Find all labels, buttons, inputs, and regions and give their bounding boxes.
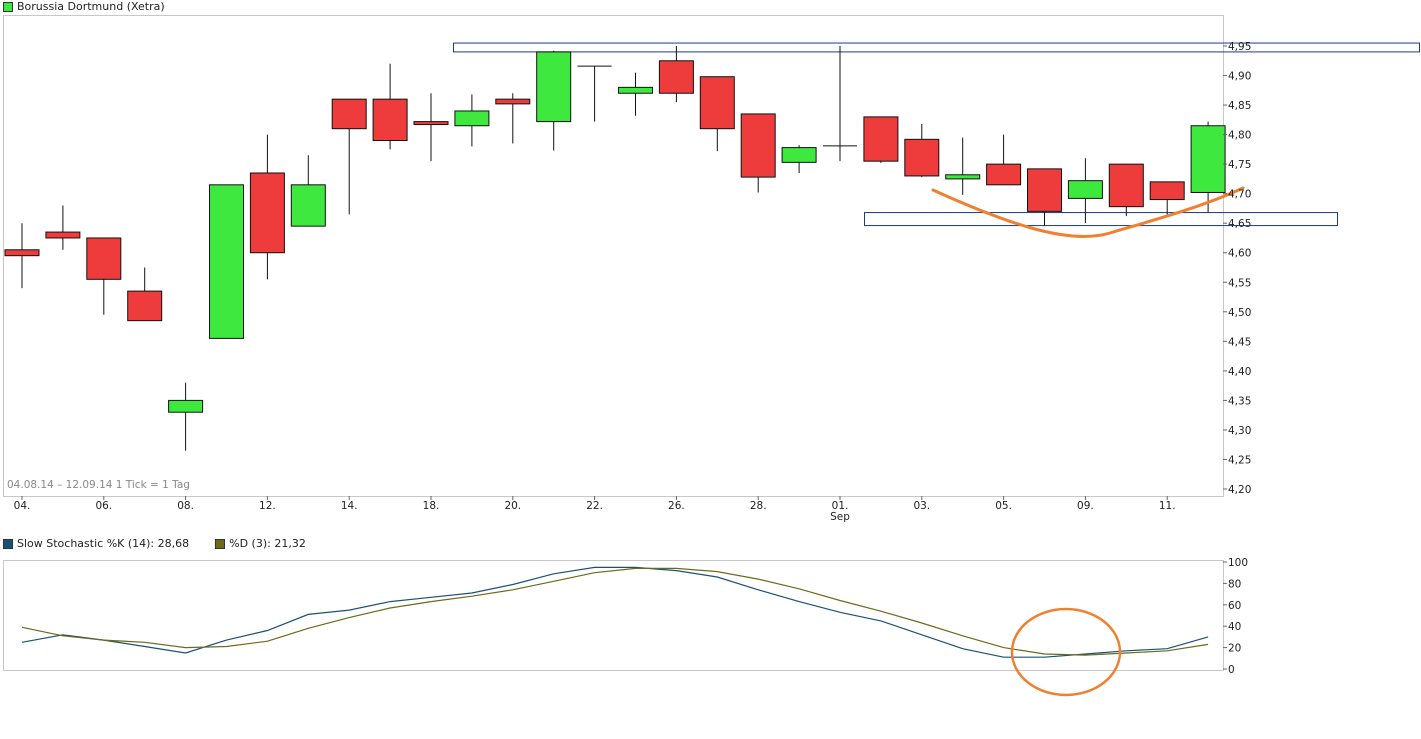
price-tick-label: 4,40 <box>1228 366 1251 378</box>
date-tick-label: 12. <box>259 500 276 512</box>
price-tick-label: 4,70 <box>1228 189 1251 201</box>
candle-down <box>495 98 531 105</box>
candle-down <box>413 121 449 126</box>
candle-down <box>86 237 122 280</box>
resistance-zone-box <box>453 42 1420 53</box>
candle-down <box>249 172 285 254</box>
date-tick-label: 03. <box>913 500 930 512</box>
candle-up <box>945 174 981 180</box>
price-tick-label: 4,60 <box>1228 248 1251 260</box>
stochastic-tick-label: 60 <box>1228 600 1241 612</box>
candle-down <box>904 138 940 177</box>
candle-up <box>209 184 244 339</box>
price-tick-label: 4,30 <box>1228 425 1251 437</box>
date-tick-label: 11. <box>1159 500 1176 512</box>
date-tick-label: 26. <box>668 500 685 512</box>
date-range-label: 04.08.14 – 12.09.14 1 Tick = 1 Tag <box>7 479 190 491</box>
date-tick-label: 22. <box>586 500 603 512</box>
candle-up <box>781 147 817 163</box>
candle-down <box>331 98 367 130</box>
date-tick-label: 28. <box>750 500 767 512</box>
price-tick-label: 4,25 <box>1228 454 1251 466</box>
date-tick-label: 14. <box>341 500 358 512</box>
stochastic-d-line <box>21 567 1209 656</box>
stochastic-tick-label: 40 <box>1228 621 1241 633</box>
stochastic-tick-label: 100 <box>1228 557 1248 569</box>
price-tick-label: 4,85 <box>1228 100 1251 112</box>
candle-down <box>863 116 899 162</box>
stochastic-tick-label: 0 <box>1228 664 1235 676</box>
support-zone-box <box>864 212 1338 227</box>
stochastic-panel-frame <box>3 560 1224 671</box>
candle-up <box>536 51 572 123</box>
date-tick-label: 05. <box>995 500 1012 512</box>
price-tick-label: 4,35 <box>1228 395 1251 407</box>
candle-up <box>168 399 204 413</box>
stochastic-tick-label: 80 <box>1228 578 1241 590</box>
price-tick-label: 4,20 <box>1228 484 1251 496</box>
candle-up <box>1067 180 1103 199</box>
candle-up <box>618 86 653 94</box>
price-tick-label: 4,50 <box>1228 307 1251 319</box>
price-tick-label: 4,55 <box>1228 277 1251 289</box>
date-tick-label: 20. <box>504 500 521 512</box>
month-label: Sep <box>830 511 850 523</box>
candle-down <box>4 249 40 257</box>
price-tick-label: 4,90 <box>1228 71 1251 83</box>
stochastic-k-line <box>21 566 1209 658</box>
candle-down <box>699 76 735 130</box>
candle-down <box>372 98 408 142</box>
candle-down <box>1027 168 1062 212</box>
date-tick-label: 08. <box>177 500 194 512</box>
price-tick-label: 4,75 <box>1228 159 1251 171</box>
candle-down <box>45 231 81 239</box>
candle-down <box>740 113 776 178</box>
candle-down <box>658 60 694 94</box>
date-tick-label: 18. <box>423 500 440 512</box>
candle-up <box>1190 125 1226 193</box>
chart-canvas: 4,20 4,25 4,30 4,35 4,40 4,45 4,50 4,55 4,60 4,65… <box>3 15 1420 697</box>
candle-down <box>1149 181 1185 201</box>
stochastic-tick-label: 20 <box>1228 643 1241 655</box>
candle-down <box>127 290 163 322</box>
price-tick-label: 4,95 <box>1228 41 1251 53</box>
date-tick-label: 06. <box>95 500 112 512</box>
candle-down <box>986 163 1022 186</box>
price-tick-label: 4,65 <box>1228 218 1251 230</box>
candle-up <box>290 184 326 227</box>
price-tick-label: 4,45 <box>1228 336 1251 348</box>
date-tick-label: 04. <box>14 500 31 512</box>
price-panel-frame <box>3 15 1224 497</box>
candle-up <box>454 110 490 127</box>
candle-down <box>1108 163 1144 208</box>
price-tick-label: 4,80 <box>1228 130 1251 142</box>
date-tick-label: 09. <box>1077 500 1094 512</box>
